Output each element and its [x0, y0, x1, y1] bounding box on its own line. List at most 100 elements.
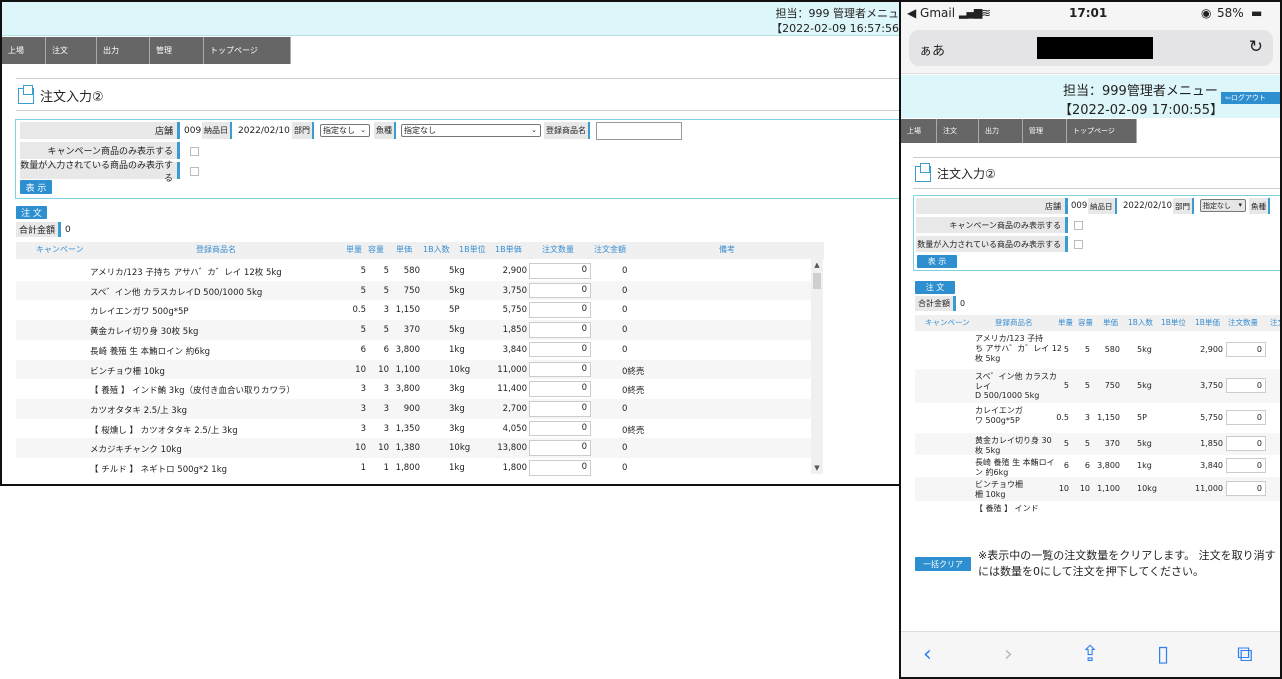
- capacity-value: 5: [383, 285, 389, 296]
- url-field[interactable]: ぁあ ↻: [909, 30, 1273, 66]
- dept-label: 部門: [1173, 198, 1194, 214]
- order-amount: 0: [622, 285, 628, 296]
- order-amount: 0: [622, 403, 628, 414]
- product-name: カレイエンガワ 500g*5P: [90, 307, 189, 318]
- product-name-line: D 500/1000 5kg: [975, 391, 1040, 400]
- product-name-input[interactable]: [596, 122, 682, 140]
- price-value: 3,800: [1097, 461, 1120, 470]
- order-qty-input[interactable]: 0: [1226, 436, 1266, 451]
- order-qty-input[interactable]: 0: [1226, 481, 1266, 496]
- col-order-amount: 注文金額: [594, 245, 626, 254]
- battery-percent: 58%: [1217, 6, 1244, 20]
- table-row: 黄金カレイ切り身 30 枚 5kg 5 5 370 5kg 1,850 0: [915, 433, 1280, 455]
- nav-admin[interactable]: 管理: [150, 37, 204, 64]
- user-info: 担当：999管理者メニュー: [1063, 84, 1218, 99]
- order-button[interactable]: 注 文: [16, 206, 47, 219]
- grid-scrollbar[interactable]: ▲ ▼: [811, 259, 823, 474]
- price-per-b: 11,000: [497, 364, 527, 375]
- campaign-only-checkbox[interactable]: [1074, 221, 1083, 230]
- price-value: 1,380: [395, 443, 420, 454]
- order-qty-input[interactable]: 0: [529, 341, 591, 358]
- scroll-thumb[interactable]: [813, 273, 821, 289]
- total-row: 合計金額 0: [915, 296, 965, 311]
- price-per-b: 2,900: [502, 266, 527, 276]
- product-name: 長崎 養殖 生 本鮪ロイン 約6kg: [90, 346, 211, 357]
- delivery-value: 2022/02/10: [238, 125, 290, 136]
- qty-only-checkbox[interactable]: [190, 167, 199, 176]
- order-qty-input[interactable]: 0: [1226, 410, 1266, 425]
- order-qty-input[interactable]: 0: [529, 263, 591, 279]
- logout-label: ログアウト: [1230, 94, 1266, 102]
- nav-order[interactable]: 注文: [46, 37, 97, 64]
- price-value: 3,800: [395, 344, 420, 355]
- price-value: 370: [403, 325, 420, 336]
- dept-select[interactable]: 指定なし ▾: [1200, 199, 1246, 212]
- qty-only-checkbox[interactable]: [1074, 240, 1083, 249]
- price-value: 370: [1104, 439, 1120, 448]
- campaign-only-label: キャンペーン商品のみ表示する: [20, 142, 180, 159]
- orientation-lock-icon: ◉: [1201, 6, 1212, 20]
- bulk-clear-button[interactable]: 一括クリア: [915, 557, 971, 571]
- unit-value: 5: [1063, 381, 1069, 390]
- fish-select[interactable]: 指定なし ⌄: [401, 124, 541, 137]
- order-qty-input[interactable]: 0: [1226, 342, 1266, 357]
- order-button[interactable]: 注 文: [915, 281, 955, 294]
- nav-output[interactable]: 出力: [97, 37, 150, 64]
- order-qty-input[interactable]: 0: [529, 381, 591, 397]
- filter-panel: 店舗 009 納品日 2022/02/10 部門 指定なし ⌄ 魚種 指定なし …: [15, 119, 899, 199]
- price-value: 1,150: [1097, 413, 1120, 422]
- order-qty-input[interactable]: 0: [1226, 378, 1266, 393]
- show-button[interactable]: 表 示: [20, 180, 52, 194]
- col-order-qty: 注文数量: [542, 245, 574, 254]
- forward-icon[interactable]: ›: [1004, 642, 1013, 667]
- order-qty-input[interactable]: 0: [529, 322, 591, 338]
- nav-order[interactable]: 注文: [937, 119, 979, 143]
- safari-url-bar: ぁあ ↻: [901, 26, 1280, 74]
- share-icon[interactable]: ⇪: [1081, 642, 1099, 667]
- show-button[interactable]: 表 示: [917, 255, 957, 268]
- scroll-down-icon[interactable]: ▼: [811, 464, 823, 472]
- qty-per-b: 5kg: [449, 325, 465, 336]
- back-icon[interactable]: ‹: [923, 642, 932, 667]
- capacity-value: 10: [378, 443, 389, 454]
- nav-joujou[interactable]: 上場: [2, 37, 46, 64]
- logout-button[interactable]: ⇦ ログアウト: [1221, 92, 1280, 104]
- nav-admin[interactable]: 管理: [1023, 119, 1067, 143]
- table-row: ビンチョウ柵柵 10kg 10 10 1,100 10kg 11,000 0: [915, 477, 1280, 501]
- order-qty-input[interactable]: 0: [1226, 458, 1266, 473]
- order-grid: キャンペーン 登録商品名 単量 容量 単価 1B入数 1B単位 1B単価 注文数…: [16, 242, 824, 476]
- price-per-b: 3,840: [1200, 461, 1223, 470]
- order-qty-input[interactable]: 0: [529, 440, 591, 456]
- order-qty-input[interactable]: 0: [529, 302, 591, 319]
- order-qty-input[interactable]: 0: [529, 361, 591, 378]
- product-name: 【 養殖 】 インド鮪 3kg（皮付き血合い取りカワラ）: [90, 386, 296, 397]
- reload-icon[interactable]: ↻: [1249, 37, 1263, 57]
- bookmarks-icon[interactable]: ▯: [1157, 642, 1169, 667]
- qty-per-b: 3kg: [449, 403, 465, 414]
- back-to-gmail[interactable]: ◀ Gmail: [907, 6, 955, 20]
- nav-top-page[interactable]: トップページ: [204, 37, 291, 64]
- qty-per-b: 5kg: [1137, 381, 1152, 390]
- tabs-icon[interactable]: ⧉: [1237, 642, 1253, 667]
- desktop-header: 担当：999 管理者メニュ 【2022-02-09 16:57:56: [2, 2, 899, 36]
- unit-value: 10: [355, 364, 366, 375]
- notice-line: には数量を0にして注文を押下してください。: [978, 565, 1205, 578]
- col-note: 備考: [719, 245, 735, 254]
- order-qty-input[interactable]: 0: [529, 282, 591, 299]
- text-size-button[interactable]: ぁあ: [919, 40, 945, 59]
- order-qty-input[interactable]: 0: [529, 460, 591, 476]
- unit-value: 5: [1063, 345, 1069, 354]
- order-qty-input[interactable]: 0: [529, 420, 591, 437]
- scroll-up-icon[interactable]: ▲: [811, 261, 823, 269]
- order-amount: 0: [622, 443, 628, 454]
- dept-select[interactable]: 指定なし ⌄: [320, 124, 370, 137]
- campaign-only-checkbox[interactable]: [190, 147, 199, 156]
- campaign-only-label: キャンペーン商品のみ表示する: [916, 217, 1068, 233]
- nav-output[interactable]: 出力: [979, 119, 1023, 143]
- table-row: カレイエンガワ 500g*5P 0.5 3 1,150 5P 5,750 0: [915, 403, 1280, 433]
- col-unit-per-b: 1B単位: [459, 245, 486, 254]
- nav-joujou[interactable]: 上場: [901, 119, 937, 143]
- order-qty-input[interactable]: 0: [529, 400, 591, 417]
- unit-value: 5: [360, 325, 366, 336]
- nav-top-page[interactable]: トップページ: [1067, 119, 1137, 143]
